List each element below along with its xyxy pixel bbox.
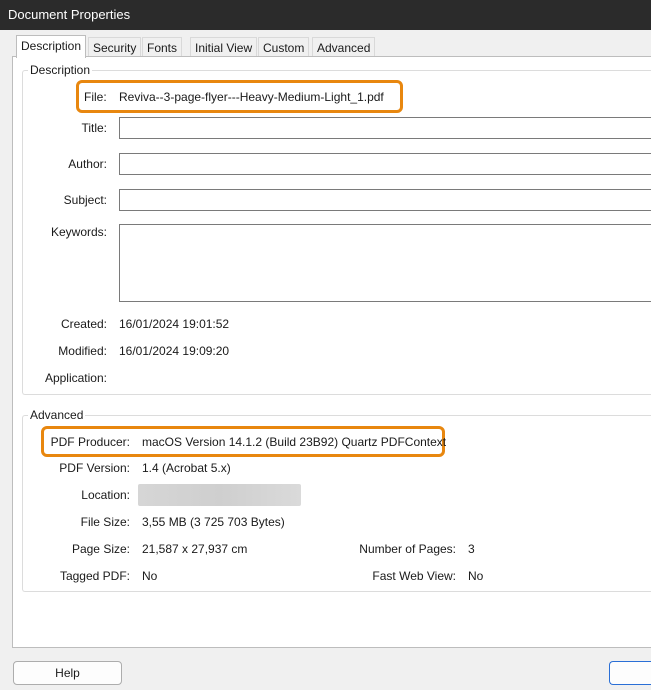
tab-advanced[interactable]: Advanced [312, 37, 376, 57]
num-pages-label: Number of Pages: [359, 542, 456, 556]
help-button[interactable]: Help [13, 661, 122, 685]
subject-label: Subject: [63, 193, 107, 207]
modified-value: 16/01/2024 19:09:20 [119, 344, 230, 358]
subject-field[interactable] [119, 189, 651, 211]
ok-button[interactable] [609, 661, 651, 685]
keywords-label: Keywords: [50, 225, 107, 239]
window-title: Document Properties [8, 7, 131, 22]
file-size-label: File Size: [80, 515, 130, 529]
file-value: Reviva--3-page-flyer---Heavy-Medium-Ligh… [119, 90, 384, 104]
pdf-version-label: PDF Version: [59, 461, 130, 475]
tab-fonts[interactable]: Fonts [142, 37, 183, 57]
author-field[interactable] [119, 153, 651, 175]
description-group-title: Description [28, 63, 93, 77]
advanced-group-title: Advanced [28, 408, 86, 422]
producer-label: PDF Producer: [50, 435, 130, 449]
tab-custom[interactable]: Custom [258, 37, 310, 57]
created-label: Created: [60, 317, 107, 331]
page-size-label: Page Size: [71, 542, 130, 556]
tab-security[interactable]: Security [88, 37, 142, 57]
created-value: 16/01/2024 19:01:52 [119, 317, 230, 331]
application-label: Application: [44, 371, 107, 385]
tagged-pdf-label: Tagged PDF: [59, 569, 130, 583]
location-value-redacted [138, 484, 301, 506]
pdf-version-value: 1.4 (Acrobat 5.x) [142, 461, 231, 475]
file-label: File: [84, 90, 107, 104]
keywords-field[interactable] [119, 224, 651, 302]
num-pages-value: 3 [468, 542, 475, 556]
fast-web-view-label: Fast Web View: [372, 569, 456, 583]
file-size-value: 3,55 MB (3 725 703 Bytes) [142, 515, 285, 529]
tab-strip: Description Security Fonts Initial View … [12, 35, 651, 58]
location-label: Location: [81, 488, 130, 502]
tagged-pdf-value: No [142, 569, 158, 583]
author-label: Author: [68, 157, 107, 171]
producer-value: macOS Version 14.1.2 (Build 23B92) Quart… [142, 435, 447, 449]
page-size-value: 21,587 x 27,937 cm [142, 542, 248, 556]
tab-description[interactable]: Description [16, 35, 87, 58]
modified-label: Modified: [58, 344, 107, 358]
fast-web-view-value: No [468, 569, 484, 583]
window-titlebar: Document Properties [0, 0, 651, 30]
title-field[interactable] [119, 117, 651, 139]
tab-initial-view[interactable]: Initial View [190, 37, 258, 57]
title-label: Title: [81, 121, 107, 135]
